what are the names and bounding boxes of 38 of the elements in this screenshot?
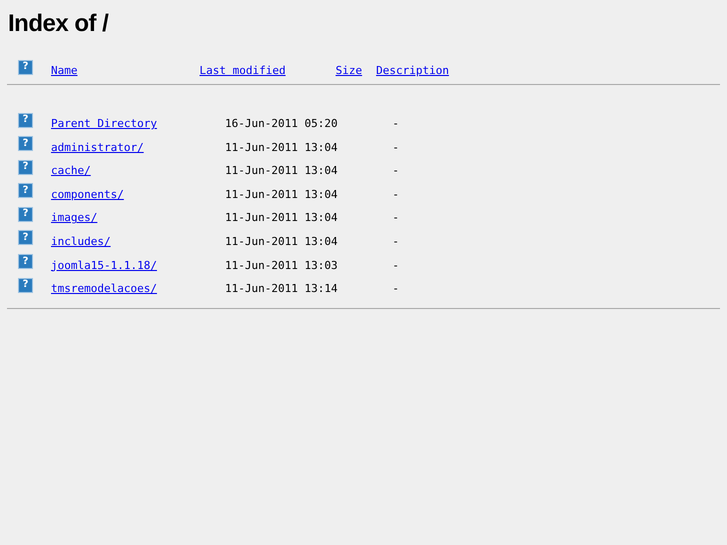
broken-image-icon: ?	[18, 230, 33, 246]
size-value: -	[391, 281, 399, 298]
modified-date: 11-Jun-2011 13:04	[225, 234, 339, 250]
modified-date: 11-Jun-2011 13:04	[225, 186, 339, 203]
modified-date: 11-Jun-2011 13:14	[225, 281, 339, 298]
size-value: -	[391, 234, 399, 250]
size-value: -	[391, 210, 399, 226]
broken-image-icon: ?	[18, 112, 33, 128]
size-value: -	[391, 163, 399, 180]
size-column-link[interactable]: Size	[336, 63, 362, 80]
size-value: -	[391, 186, 399, 203]
directory-link[interactable]: administrator/	[51, 140, 144, 154]
directory-link[interactable]: images/	[51, 211, 98, 224]
broken-image-icon: ?	[18, 278, 33, 293]
broken-image-icon: ?	[18, 183, 33, 198]
directory-link[interactable]: includes/	[51, 234, 111, 248]
broken-image-icon: ?	[18, 254, 33, 270]
modified-date: 11-Jun-2011 13:04	[225, 210, 339, 226]
directory-link[interactable]: cache/	[51, 164, 91, 178]
directory-link[interactable]: joomla15-1.1.18/	[51, 258, 157, 272]
modified-date: 16-Jun-2011 05:20	[225, 116, 339, 132]
size-value: -	[391, 116, 399, 132]
page-title: Index of /	[7, 9, 108, 38]
broken-image-icon: ?	[18, 136, 33, 152]
broken-image-icon: ?	[18, 160, 33, 175]
last-modified-column-link[interactable]: Last modified	[200, 63, 286, 80]
description-column-link[interactable]: Description	[376, 63, 449, 80]
directory-link[interactable]: Parent Directory	[51, 117, 157, 130]
modified-date: 11-Jun-2011 13:04	[225, 163, 339, 180]
name-column-link[interactable]: Name	[51, 63, 78, 80]
directory-link[interactable]: components/	[51, 188, 124, 201]
size-value: -	[391, 258, 399, 274]
modified-date: 11-Jun-2011 13:03	[225, 258, 339, 274]
broken-image-icon: ?	[18, 60, 33, 74]
size-value: -	[391, 140, 399, 156]
directory-link[interactable]: tmsremodelacoes/	[51, 282, 157, 296]
broken-image-icon: ?	[18, 206, 33, 222]
modified-date: 11-Jun-2011 13:04	[225, 140, 339, 156]
